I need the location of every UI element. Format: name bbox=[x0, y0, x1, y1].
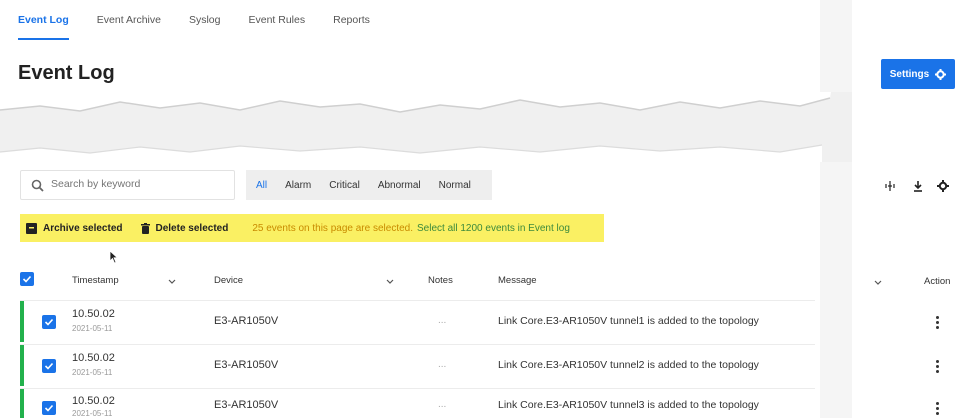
tab-reports[interactable]: Reports bbox=[333, 0, 370, 40]
gear-icon[interactable] bbox=[937, 180, 949, 192]
delete-selected-button[interactable]: Delete selected bbox=[140, 222, 229, 234]
gear-icon bbox=[935, 68, 947, 80]
row-notes[interactable]: ... bbox=[438, 359, 446, 370]
filter-normal[interactable]: Normal bbox=[439, 180, 471, 191]
table-row[interactable]: 10.50.02 2021-05-11 E3-AR1050V ... Link … bbox=[20, 300, 815, 342]
row-time: 10.50.02 bbox=[72, 352, 115, 364]
right-panel: Settings Action bbox=[852, 0, 961, 418]
row-notes[interactable]: ... bbox=[438, 399, 446, 410]
row-date: 2021-05-11 bbox=[72, 324, 113, 333]
row-checkbox[interactable] bbox=[42, 359, 56, 373]
more-vertical-icon[interactable] bbox=[936, 402, 939, 417]
row-notes[interactable]: ... bbox=[438, 315, 446, 326]
more-vertical-icon[interactable] bbox=[936, 316, 939, 331]
row-message: Link Core.E3-AR1050V tunnel2 is added to… bbox=[498, 359, 759, 371]
settings-button[interactable]: Settings bbox=[881, 59, 955, 89]
columns-icon[interactable] bbox=[884, 180, 896, 192]
settings-label: Settings bbox=[889, 68, 930, 80]
column-header-timestamp[interactable]: Timestamp bbox=[72, 275, 119, 286]
chevron-down-icon[interactable] bbox=[874, 280, 882, 285]
row-date: 2021-05-11 bbox=[72, 368, 113, 377]
search-box[interactable] bbox=[20, 170, 235, 200]
archive-icon bbox=[26, 222, 37, 234]
checkbox-checked-icon bbox=[44, 318, 54, 326]
row-message: Link Core.E3-AR1050V tunnel3 is added to… bbox=[498, 399, 759, 411]
download-icon[interactable] bbox=[912, 180, 924, 192]
torn-paper-divider bbox=[0, 92, 961, 162]
tab-event-rules[interactable]: Event Rules bbox=[248, 0, 305, 40]
severity-filter-group: All Alarm Critical Abnormal Normal bbox=[246, 170, 492, 200]
column-header-device[interactable]: Device bbox=[214, 275, 243, 286]
checkbox-checked-icon bbox=[44, 362, 54, 370]
selection-action-bar: Archive selected Delete selected 25 even… bbox=[20, 214, 604, 242]
checkbox-checked-icon bbox=[44, 404, 54, 412]
status-indicator bbox=[20, 389, 24, 418]
archive-selected-label: Archive selected bbox=[43, 222, 123, 234]
column-header-notes[interactable]: Notes bbox=[428, 275, 453, 286]
row-date: 2021-05-11 bbox=[72, 409, 113, 418]
row-device: E3-AR1050V bbox=[214, 359, 279, 371]
row-message: Link Core.E3-AR1050V tunnel1 is added to… bbox=[498, 315, 759, 327]
search-icon bbox=[31, 179, 44, 192]
search-input[interactable] bbox=[51, 178, 221, 190]
row-device: E3-AR1050V bbox=[214, 315, 279, 327]
row-device: E3-AR1050V bbox=[214, 399, 279, 411]
chevron-down-icon[interactable] bbox=[386, 279, 394, 284]
cursor-icon bbox=[109, 250, 119, 264]
checkbox-checked-icon bbox=[22, 275, 32, 283]
select-all-link[interactable]: Select all 1200 events in Event log bbox=[417, 223, 570, 234]
status-indicator bbox=[20, 345, 24, 386]
filter-critical[interactable]: Critical bbox=[329, 180, 360, 191]
tab-bar: Event Log Event Archive Syslog Event Rul… bbox=[18, 0, 398, 40]
filter-abnormal[interactable]: Abnormal bbox=[378, 180, 421, 191]
select-all-checkbox[interactable] bbox=[20, 272, 34, 286]
row-checkbox[interactable] bbox=[42, 401, 56, 415]
chevron-down-icon[interactable] bbox=[168, 279, 176, 284]
table-row[interactable]: 10.50.02 2021-05-11 E3-AR1050V ... Link … bbox=[20, 388, 815, 418]
page-title: Event Log bbox=[18, 62, 115, 84]
table-row[interactable]: 10.50.02 2021-05-11 E3-AR1050V ... Link … bbox=[20, 344, 815, 386]
selection-message: 25 events on this page are selected. bbox=[252, 222, 413, 234]
torn-edge-graphic bbox=[0, 92, 961, 162]
column-header-action: Action bbox=[924, 276, 951, 287]
archive-selected-button[interactable]: Archive selected bbox=[26, 222, 123, 234]
delete-selected-label: Delete selected bbox=[155, 222, 229, 234]
column-header-message[interactable]: Message bbox=[498, 275, 537, 286]
more-vertical-icon[interactable] bbox=[936, 360, 939, 375]
row-time: 10.50.02 bbox=[72, 308, 115, 320]
trash-icon bbox=[140, 222, 150, 234]
row-checkbox[interactable] bbox=[42, 315, 56, 329]
table-header: Timestamp Device Notes Message bbox=[20, 268, 800, 294]
filter-all[interactable]: All bbox=[256, 180, 267, 191]
status-indicator bbox=[20, 301, 24, 342]
tab-event-log[interactable]: Event Log bbox=[18, 0, 69, 40]
tab-event-archive[interactable]: Event Archive bbox=[97, 0, 161, 40]
filter-alarm[interactable]: Alarm bbox=[285, 180, 311, 191]
row-time: 10.50.02 bbox=[72, 395, 115, 407]
event-log-panel: Event Log Event Archive Syslog Event Rul… bbox=[0, 0, 820, 418]
tab-syslog[interactable]: Syslog bbox=[189, 0, 221, 40]
